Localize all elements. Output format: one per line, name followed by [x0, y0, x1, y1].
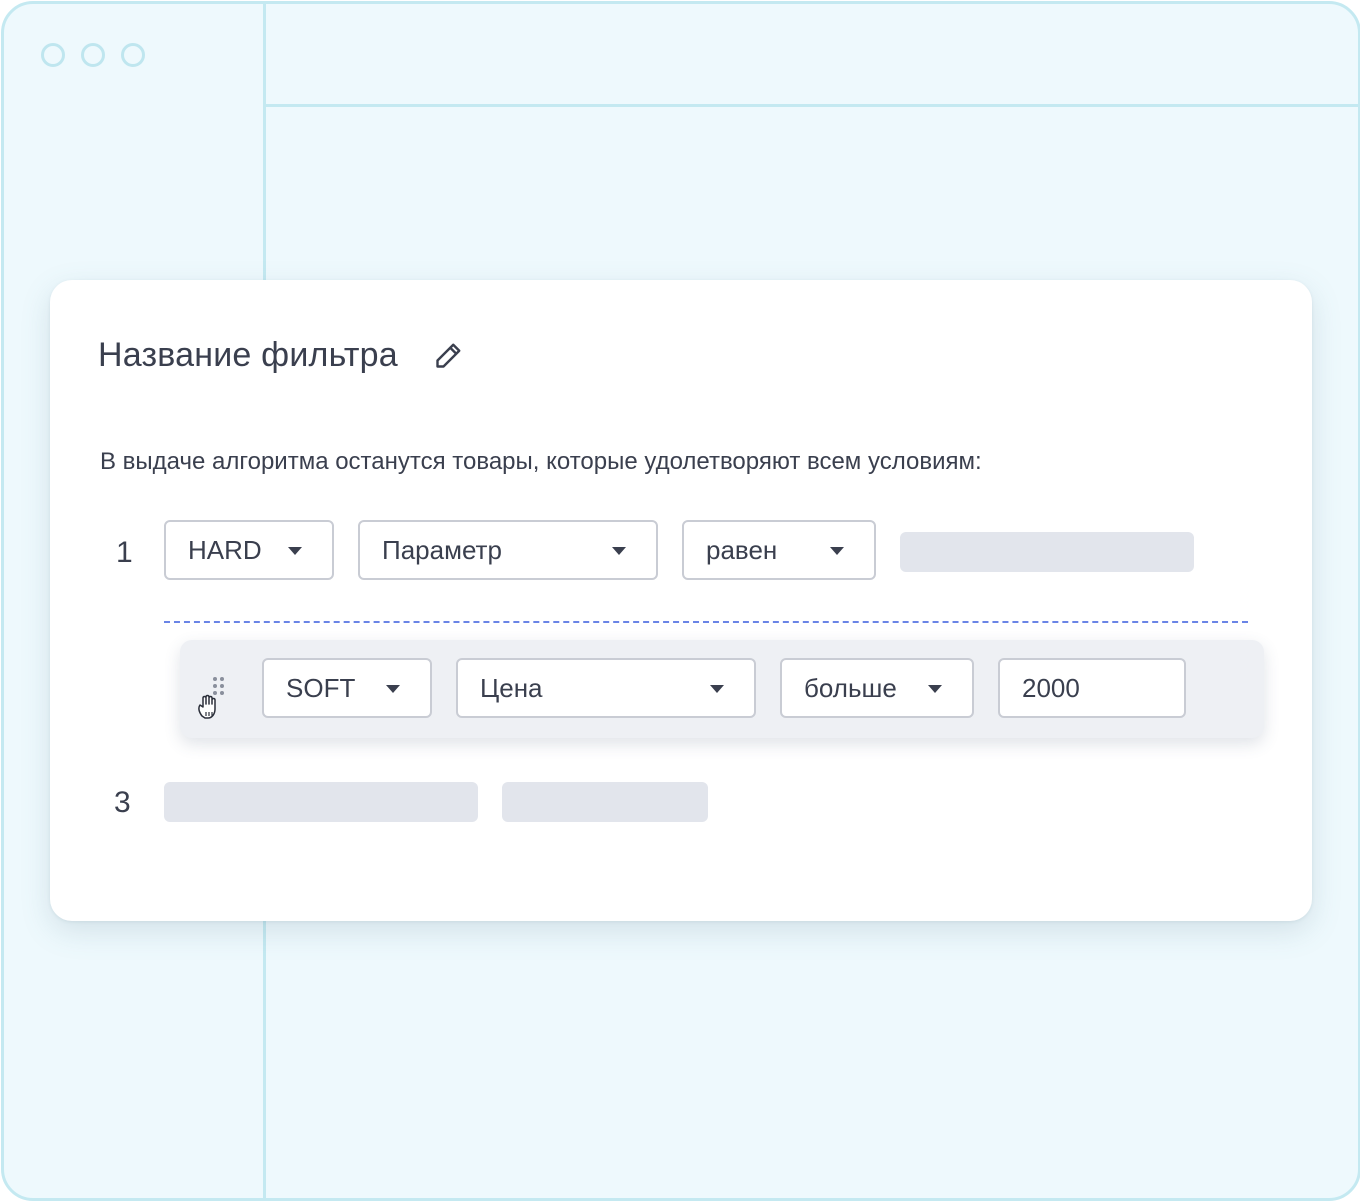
caret-down-icon	[288, 547, 302, 555]
condition-parameter-value: Цена	[480, 673, 543, 703]
condition-operator-select[interactable]: больше	[780, 658, 974, 718]
window-dot	[81, 43, 105, 67]
pencil-icon[interactable]	[430, 338, 466, 374]
window-dot	[41, 43, 65, 67]
value-skeleton	[900, 532, 1194, 572]
condition-type-value: SOFT	[286, 673, 356, 703]
dragged-condition-row[interactable]: SOFT Цена больше 2000	[180, 640, 1264, 738]
condition-value-input[interactable]: 2000	[998, 658, 1186, 718]
caret-down-icon	[830, 547, 844, 555]
condition-operator-value: больше	[804, 673, 897, 703]
drag-handle-icon[interactable]	[196, 676, 230, 722]
condition-parameter-value: Параметр	[382, 535, 502, 565]
caret-down-icon	[386, 685, 400, 693]
condition-parameter-select[interactable]: Параметр	[358, 520, 658, 580]
caret-down-icon	[928, 685, 942, 693]
condition-skeleton	[164, 782, 478, 822]
condition-operator-select[interactable]: равен	[682, 520, 876, 580]
condition-operator-value: равен	[706, 535, 778, 565]
condition-type-select[interactable]: SOFT	[262, 658, 432, 718]
filter-description: В выдаче алгоритма останутся товары, кот…	[100, 448, 982, 475]
condition-type-select[interactable]: HARD	[164, 520, 334, 580]
filter-title: Название фильтра	[98, 336, 398, 374]
condition-parameter-select[interactable]: Цена	[456, 658, 756, 718]
condition-number: 1	[116, 536, 133, 569]
caret-down-icon	[710, 685, 724, 693]
window-dot	[121, 43, 145, 67]
drop-indicator	[164, 621, 1248, 623]
condition-number: 3	[114, 786, 131, 819]
condition-skeleton	[502, 782, 708, 822]
condition-value: 2000	[1022, 673, 1080, 703]
caret-down-icon	[612, 547, 626, 555]
filter-card: Название фильтра В выдаче алгоритма оста…	[50, 280, 1312, 921]
header-divider	[266, 104, 1358, 107]
condition-type-value: HARD	[188, 535, 262, 565]
